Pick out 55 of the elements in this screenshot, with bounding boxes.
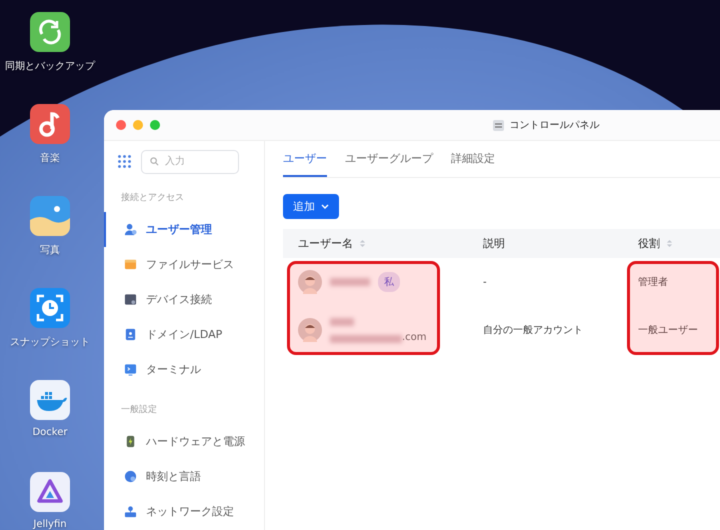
music-note-icon[interactable] <box>30 104 70 144</box>
id-card-icon <box>124 328 137 341</box>
sliders-icon <box>492 120 504 130</box>
sidebar-item[interactable]: ハードウェアと電源 <box>104 424 264 459</box>
maximize-button[interactable] <box>150 120 160 130</box>
globe-icon <box>124 470 137 483</box>
avatar-icon <box>298 318 322 342</box>
sidebar-item[interactable]: デバイス接続 <box>104 282 264 317</box>
sidebar-item[interactable]: ドメイン/LDAP <box>104 317 264 352</box>
terminal-icon <box>124 363 137 376</box>
tab[interactable]: 詳細設定 <box>451 151 495 177</box>
self-badge: 私 <box>378 272 400 292</box>
search-field[interactable]: 入力 <box>141 150 239 174</box>
sidebar-item[interactable]: ターミナル <box>104 352 264 387</box>
sync-icon[interactable] <box>30 12 70 52</box>
tab[interactable]: ユーザー <box>283 151 327 177</box>
app-grid-icon[interactable] <box>118 154 131 168</box>
sidebar-item[interactable]: ネットワーク設定 <box>104 494 264 529</box>
clock-icon[interactable] <box>30 288 70 328</box>
blurred-name <box>330 318 354 326</box>
whale-icon[interactable] <box>30 380 70 420</box>
avatar-icon <box>298 270 322 294</box>
app-label: Docker <box>32 427 68 438</box>
role-cell-text: 管理者 <box>638 276 668 289</box>
battery-icon <box>124 435 137 448</box>
blurred-name <box>330 278 370 286</box>
description-cell-text: 自分の一般アカウント <box>483 324 583 337</box>
column-title: 説明 <box>483 236 505 251</box>
column-title: 役割 <box>638 236 660 251</box>
app-label: 写真 <box>40 244 60 257</box>
column-title: ユーザー名 <box>298 236 353 251</box>
app-label: Jellyfin <box>33 519 67 530</box>
blurred-email <box>330 334 402 342</box>
sidebar-item[interactable]: ファイルサービス <box>104 247 264 282</box>
tab[interactable]: ユーザーグループ <box>345 151 433 177</box>
landscape-icon[interactable] <box>30 196 70 236</box>
email-suffix: .com <box>402 332 427 342</box>
device-icon <box>124 293 137 306</box>
search-icon <box>150 156 159 166</box>
app-label: 同期とバックアップ <box>5 60 95 73</box>
user-icon <box>124 223 137 236</box>
section-heading: 一般設定 <box>120 404 158 417</box>
description-cell: - <box>483 276 487 288</box>
folder-icon <box>124 258 137 271</box>
close-button[interactable] <box>116 120 126 130</box>
network-icon <box>124 505 137 518</box>
sidebar-item[interactable]: ユーザー管理 <box>104 212 264 247</box>
sidebar-item[interactable]: 時刻と言語 <box>104 459 264 494</box>
section-heading: 接続とアクセス <box>120 192 185 205</box>
app-label: 音楽 <box>40 152 60 165</box>
role-cell-text: 一般ユーザー <box>638 324 698 337</box>
add-button[interactable]: 追加 <box>283 194 339 219</box>
caret-icon <box>321 204 329 210</box>
app-label: スナップショット <box>10 336 90 349</box>
window-title: コントロールパネル <box>510 119 600 132</box>
